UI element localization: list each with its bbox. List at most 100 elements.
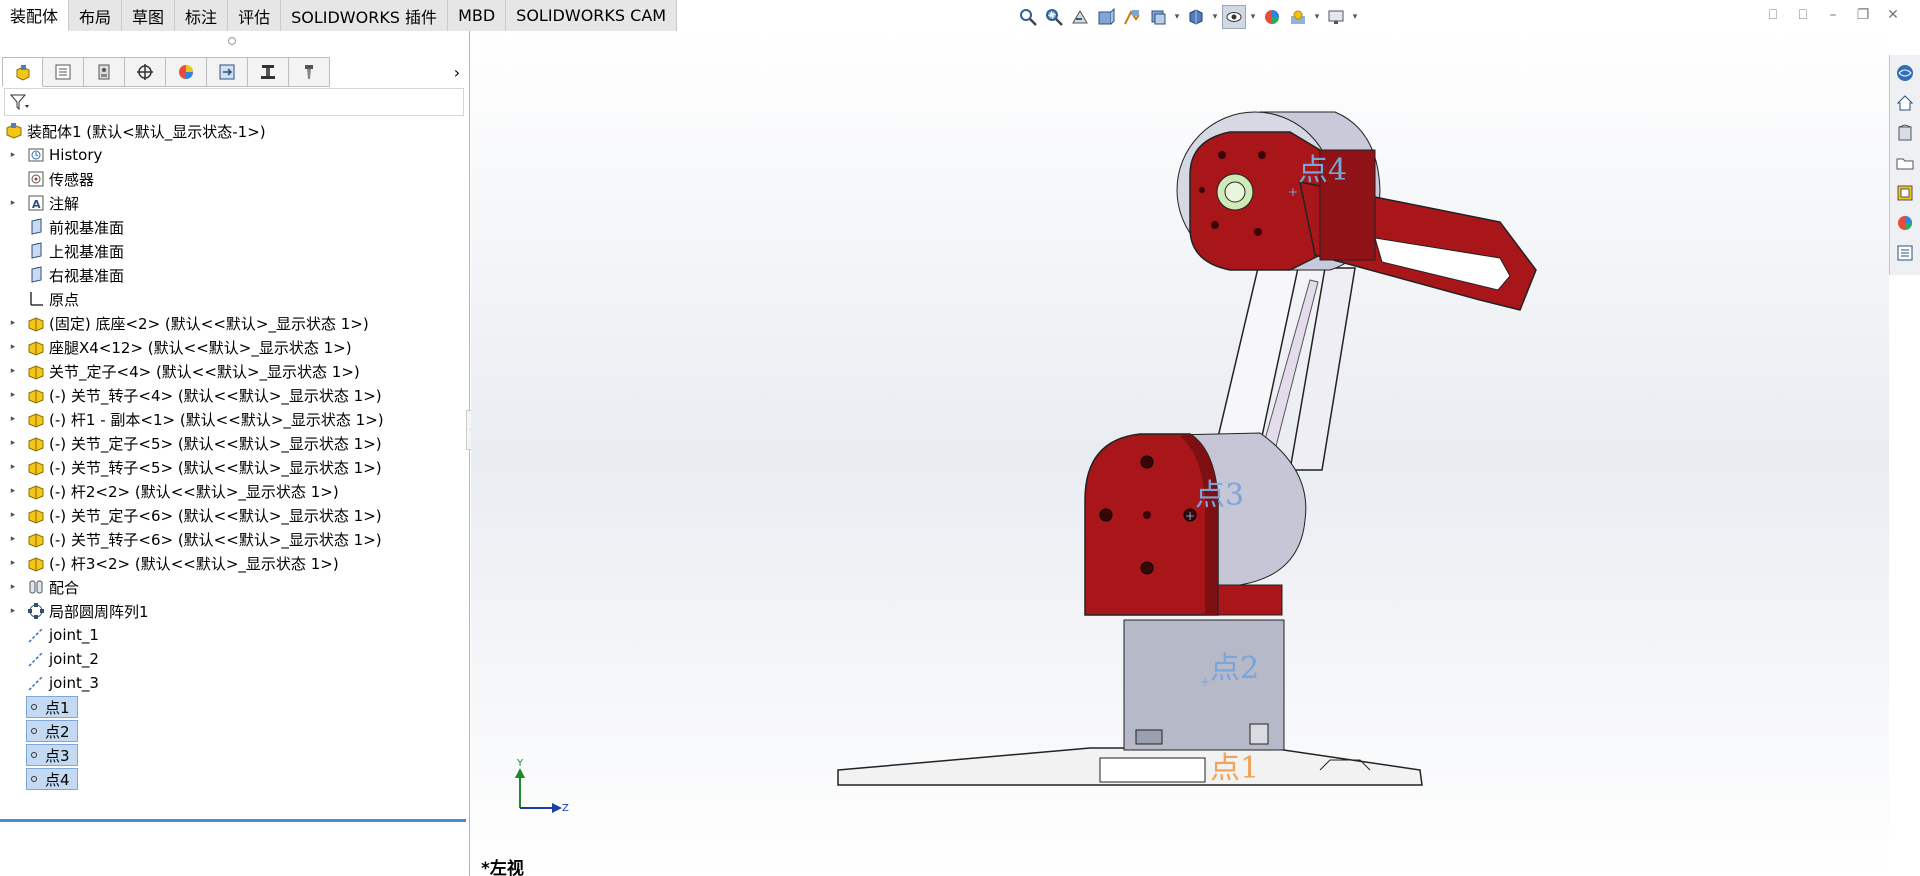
view-settings-icon[interactable]: [1324, 5, 1348, 29]
tree-item[interactable]: 传感器: [0, 167, 468, 191]
point-label-4[interactable]: 点4: [1298, 153, 1347, 188]
tree-item[interactable]: joint_2: [0, 647, 468, 671]
chevron-right-icon[interactable]: ▸: [8, 198, 18, 208]
tab-cam-tool[interactable]: [289, 57, 330, 87]
tab-sketch[interactable]: 草图: [122, 0, 176, 31]
tab-cam[interactable]: SOLIDWORKS CAM: [506, 0, 678, 31]
apply-scene-icon[interactable]: [1286, 5, 1310, 29]
zoom-area-icon[interactable]: [1042, 5, 1066, 29]
chevron-right-icon[interactable]: ▸: [8, 414, 18, 424]
tree-item[interactable]: ▸ (-) 关节_转子<5> (默认<<默认>_显示状态 1>): [0, 455, 468, 479]
chevron-right-icon[interactable]: ▸: [8, 438, 18, 448]
point-label-1[interactable]: 点1: [1210, 751, 1259, 786]
tab-display-manager[interactable]: [166, 57, 207, 87]
point-label-2[interactable]: 点2: [1210, 651, 1259, 686]
tree-item[interactable]: ▸ (-) 杆1 - 副本<1> (默认<<默认>_显示状态 1>): [0, 407, 468, 431]
graphics-area[interactable]: 点2 点3 点4 点1 + + + Y Z *左视: [471, 31, 1889, 876]
tab-mbd[interactable]: MBD: [448, 0, 507, 31]
zoom-to-fit-icon[interactable]: [1016, 5, 1040, 29]
tab-layout[interactable]: 布局: [69, 0, 123, 31]
tab-markup[interactable]: 标注: [175, 0, 229, 31]
view-palette-icon[interactable]: [1893, 181, 1917, 205]
chevron-right-icon[interactable]: ▸: [8, 342, 18, 352]
tile-right-icon[interactable]: ⎕: [1794, 6, 1812, 24]
chevron-right-icon[interactable]: ▸: [8, 510, 18, 520]
tab-dimxpert-manager[interactable]: [125, 57, 166, 87]
dynamic-annotation-icon[interactable]: [1120, 5, 1144, 29]
tab-motion-manager[interactable]: [207, 57, 248, 87]
tree-item[interactable]: ▸ (固定) 底座<2> (默认<<默认>_显示状态 1>): [0, 311, 468, 335]
custom-properties-icon[interactable]: [1893, 241, 1917, 265]
tree-point-selection[interactable]: 点4: [26, 768, 78, 790]
tab-assembly[interactable]: 装配体: [0, 0, 70, 31]
tree-point-item[interactable]: 点4: [0, 767, 468, 791]
design-library-icon[interactable]: [1893, 121, 1917, 145]
tree-point-item[interactable]: 点1: [0, 695, 468, 719]
tree-item[interactable]: 前视基准面: [0, 215, 468, 239]
tree-point-item[interactable]: 点2: [0, 719, 468, 743]
section-view-icon[interactable]: [1094, 5, 1118, 29]
tree-item[interactable]: ▸ 座腿X4<12> (默认<<默认>_显示状态 1>): [0, 335, 468, 359]
chevron-right-icon[interactable]: ▸: [8, 606, 18, 616]
tab-property-manager[interactable]: [43, 57, 84, 87]
tree-point-item[interactable]: 点3: [0, 743, 468, 767]
tree-item[interactable]: ▸ A 注解: [0, 191, 468, 215]
tile-left-icon[interactable]: ⎕: [1764, 6, 1782, 24]
tree-point-selection[interactable]: 点2: [26, 720, 78, 742]
tree-item[interactable]: joint_3: [0, 671, 468, 695]
tree-item[interactable]: ▸ (-) 杆3<2> (默认<<默认>_显示状态 1>): [0, 551, 468, 575]
panel-grip-icon[interactable]: [228, 37, 236, 45]
tab-cam-manager[interactable]: [248, 57, 289, 87]
chevron-right-icon[interactable]: ▸: [8, 582, 18, 592]
chevron-right-icon[interactable]: ▸: [8, 390, 18, 400]
edit-appearance-icon[interactable]: [1260, 5, 1284, 29]
solidworks-resources-icon[interactable]: [1893, 61, 1917, 85]
tree-separator[interactable]: [0, 819, 466, 822]
tree-item[interactable]: 上视基准面: [0, 239, 468, 263]
robot-arm-model[interactable]: 点2 点3 点4 点1 + + + Y Z: [471, 31, 1889, 876]
tree-item[interactable]: ▸ 关节_定子<4> (默认<<默认>_显示状态 1>): [0, 359, 468, 383]
tree-item[interactable]: 原点: [0, 287, 468, 311]
chevron-down-icon[interactable]: ▾: [1312, 12, 1322, 22]
appearances-icon[interactable]: [1893, 211, 1917, 235]
display-style-icon[interactable]: [1184, 5, 1208, 29]
chevron-right-icon[interactable]: ›: [448, 61, 466, 83]
previous-view-icon[interactable]: [1068, 5, 1092, 29]
tree-item[interactable]: ▸ (-) 关节_定子<6> (默认<<默认>_显示状态 1>): [0, 503, 468, 527]
tree-root-assembly[interactable]: 装配体1 (默认<默认_显示状态-1>): [0, 119, 468, 143]
hide-show-items-icon[interactable]: [1222, 5, 1246, 29]
view-orientation-icon[interactable]: [1146, 5, 1170, 29]
home-icon[interactable]: [1893, 91, 1917, 115]
chevron-down-icon[interactable]: ▾: [1172, 12, 1182, 22]
tab-feature-manager[interactable]: [2, 57, 43, 87]
chevron-right-icon[interactable]: ▸: [8, 558, 18, 568]
tab-addins[interactable]: SOLIDWORKS 插件: [281, 0, 449, 31]
chevron-right-icon[interactable]: ▸: [8, 318, 18, 328]
tree-item[interactable]: ▸ (-) 关节_转子<4> (默认<<默认>_显示状态 1>): [0, 383, 468, 407]
chevron-right-icon[interactable]: ▸: [8, 150, 18, 160]
chevron-right-icon[interactable]: ▸: [8, 534, 18, 544]
tree-item[interactable]: ▸ 局部圆周阵列1: [0, 599, 468, 623]
point-label-3[interactable]: 点3: [1195, 478, 1244, 513]
chevron-right-icon[interactable]: ▸: [8, 366, 18, 376]
close-icon[interactable]: ✕: [1884, 6, 1902, 24]
tree-item[interactable]: ▸ (-) 关节_转子<6> (默认<<默认>_显示状态 1>): [0, 527, 468, 551]
file-explorer-icon[interactable]: [1893, 151, 1917, 175]
tree-item[interactable]: ▸ (-) 杆2<2> (默认<<默认>_显示状态 1>): [0, 479, 468, 503]
minimize-icon[interactable]: –: [1824, 6, 1842, 24]
chevron-right-icon[interactable]: ▸: [8, 486, 18, 496]
tab-configuration-manager[interactable]: [84, 57, 125, 87]
tree-item[interactable]: ▸ History: [0, 143, 468, 167]
chevron-down-icon[interactable]: ▾: [1350, 12, 1360, 22]
tree-filter[interactable]: [4, 88, 464, 116]
chevron-down-icon[interactable]: ▾: [1210, 12, 1220, 22]
tree-item[interactable]: ▸ 配合: [0, 575, 468, 599]
tree-item[interactable]: 右视基准面: [0, 263, 468, 287]
tab-evaluate[interactable]: 评估: [228, 0, 282, 31]
tree-point-selection[interactable]: 点1: [26, 696, 78, 718]
chevron-right-icon[interactable]: ▸: [8, 462, 18, 472]
tree-point-selection[interactable]: 点3: [26, 744, 78, 766]
restore-icon[interactable]: ❐: [1854, 6, 1872, 24]
tree-item[interactable]: ▸ (-) 关节_定子<5> (默认<<默认>_显示状态 1>): [0, 431, 468, 455]
tree-item[interactable]: joint_1: [0, 623, 468, 647]
